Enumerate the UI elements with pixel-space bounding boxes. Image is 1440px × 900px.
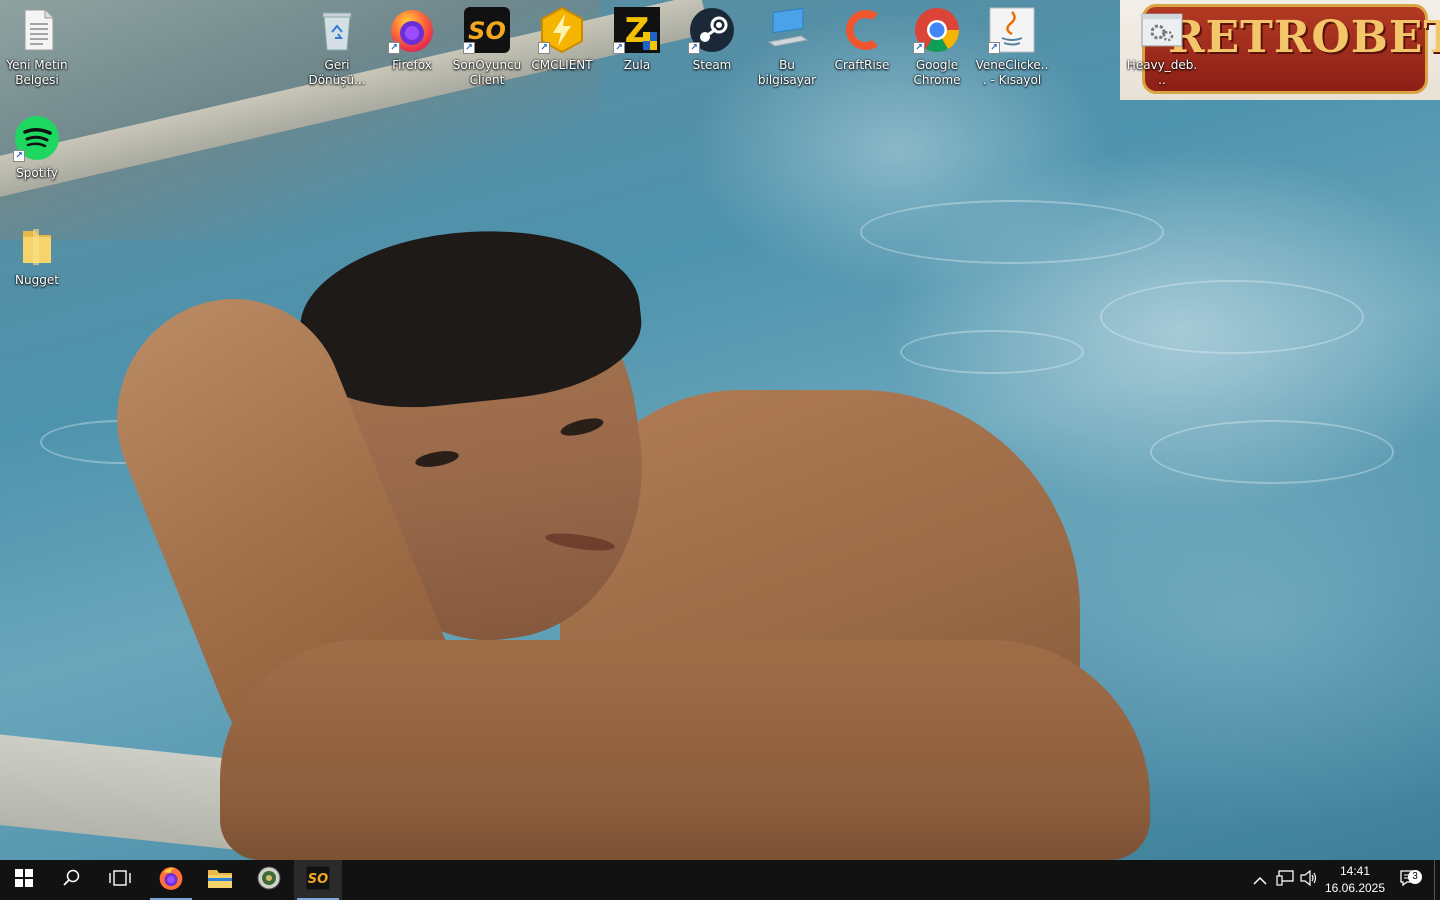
desktop-icon-label: SonOyuncu Client xyxy=(452,58,522,87)
svg-text:SO: SO xyxy=(308,872,328,887)
cmclient-icon: ↗ xyxy=(538,6,586,54)
desktop-icon-label: VeneClicke... - Kısayol xyxy=(975,58,1049,87)
shortcut-arrow-icon: ↗ xyxy=(988,42,1000,54)
desktop-wallpaper: RETROBET xyxy=(0,0,1440,860)
action-center-button[interactable]: 3 xyxy=(1394,860,1424,900)
shortcut-arrow-icon: ↗ xyxy=(538,42,550,54)
desktop-icon-label: Geri Dönüşü... xyxy=(308,58,366,87)
task-view-icon xyxy=(109,869,131,891)
round-app-icon xyxy=(257,866,281,894)
folder-icon xyxy=(13,221,61,269)
search-button[interactable] xyxy=(48,860,96,900)
shortcut-arrow-icon: ↗ xyxy=(388,42,400,54)
shortcut-arrow-icon: ↗ xyxy=(13,150,25,162)
sonoyuncu-icon: SO xyxy=(306,866,330,894)
firefox-icon xyxy=(158,865,184,895)
java-icon: ↗ xyxy=(988,6,1036,54)
desktop-icon-this-pc[interactable]: Bu bilgisayar xyxy=(750,0,824,88)
desktop-icon-label: CraftRise xyxy=(834,58,890,72)
firefox-icon: ↗ xyxy=(388,6,436,54)
settings-app-icon xyxy=(1138,6,1186,54)
desktop-icon-spotify[interactable]: ↗ Spotify xyxy=(0,108,74,181)
tray-volume-button[interactable] xyxy=(1297,860,1321,900)
desktop-icon-label: Zula xyxy=(623,58,651,72)
shortcut-arrow-icon: ↗ xyxy=(613,42,625,54)
wallpaper-ripple xyxy=(1100,280,1364,354)
folder-icon xyxy=(207,867,233,893)
spotify-icon: ↗ xyxy=(13,114,61,162)
taskbar-app-firefox[interactable] xyxy=(147,860,195,900)
desktop-icon-sonoyuncu[interactable]: SO ↗ SonOyuncu Client xyxy=(450,0,524,88)
desktop-icon-label: Google Chrome xyxy=(913,58,961,87)
desktop-icon-label: Spotify xyxy=(16,166,58,180)
desktop-icon-label: CMCLIENT xyxy=(531,58,593,72)
notification-count-badge: 3 xyxy=(1408,870,1422,884)
desktop-icon-yeni-metin-belgesi[interactable]: Yeni Metin Belgesi xyxy=(0,0,74,88)
windows-start-icon xyxy=(15,869,33,891)
zula-icon: Z ↗ xyxy=(613,6,661,54)
retrobet-text: RETROBET xyxy=(1168,12,1440,63)
desktop-icon-label: Steam xyxy=(692,58,732,72)
clock-date: 16.06.2025 xyxy=(1324,881,1386,895)
desktop-icon-label: Nugget xyxy=(15,273,59,287)
text-document-icon xyxy=(13,6,61,54)
desktop-icon-firefox[interactable]: ↗ Firefox xyxy=(375,0,449,73)
notification-icon: 3 xyxy=(1400,870,1422,890)
search-icon xyxy=(63,869,81,891)
taskbar-clock[interactable]: 14:41 16.06.2025 xyxy=(1322,863,1388,897)
desktop-icon-label: Yeni Metin Belgesi xyxy=(6,58,68,87)
taskbar-app-round[interactable] xyxy=(245,860,293,900)
desktop-icon-nugget[interactable]: Nugget xyxy=(0,215,74,288)
desktop-icon-craftrise[interactable]: CraftRise xyxy=(825,0,899,73)
speaker-icon xyxy=(1300,869,1318,890)
desktop-icon-label: Heavy_deb... xyxy=(1126,58,1198,87)
taskbar: SO 14:41 16.06.2025 3 xyxy=(0,860,1440,900)
shortcut-arrow-icon: ↗ xyxy=(913,42,925,54)
network-icon xyxy=(1276,870,1294,890)
shortcut-arrow-icon: ↗ xyxy=(463,42,475,54)
desktop-icon-label: Firefox xyxy=(392,58,432,72)
recycle-bin-icon xyxy=(313,6,361,54)
desktop-icon-steam[interactable]: ↗ Steam xyxy=(675,0,749,73)
craftrise-icon xyxy=(838,6,886,54)
wallpaper-person-arm xyxy=(220,640,1150,860)
desktop-icon-label: Bu bilgisayar xyxy=(757,58,817,87)
desktop-icon-heavy-deb[interactable]: Heavy_deb... xyxy=(1125,0,1199,88)
shortcut-arrow-icon: ↗ xyxy=(688,42,700,54)
desktop-icon-recycle-bin[interactable]: Geri Dönüşü... xyxy=(300,0,374,88)
taskbar-app-file-explorer[interactable] xyxy=(196,860,244,900)
steam-icon: ↗ xyxy=(688,6,736,54)
computer-icon xyxy=(763,6,811,54)
desktop-icon-veneclicker[interactable]: ↗ VeneClicke... - Kısayol xyxy=(975,0,1049,88)
wallpaper-ripple xyxy=(860,200,1164,264)
svg-text:SO: SO xyxy=(468,17,506,45)
task-view-button[interactable] xyxy=(96,860,144,900)
tray-network-button[interactable] xyxy=(1273,860,1297,900)
desktop-icon-google-chrome[interactable]: ↗ Google Chrome xyxy=(900,0,974,88)
show-desktop-button[interactable] xyxy=(1434,860,1440,900)
wallpaper-ripple xyxy=(900,330,1084,374)
sonoyuncu-icon: SO ↗ xyxy=(463,6,511,54)
clock-time: 14:41 xyxy=(1339,864,1371,878)
taskbar-app-sonoyuncu[interactable]: SO xyxy=(294,860,342,900)
wallpaper-ripple xyxy=(1150,420,1394,484)
chevron-up-icon xyxy=(1253,871,1267,890)
chrome-icon: ↗ xyxy=(913,6,961,54)
desktop-icon-zula[interactable]: Z ↗ Zula xyxy=(600,0,674,73)
start-button[interactable] xyxy=(0,860,48,900)
tray-overflow-button[interactable] xyxy=(1248,860,1272,900)
desktop-icon-cmclient[interactable]: ↗ CMCLIENT xyxy=(525,0,599,73)
